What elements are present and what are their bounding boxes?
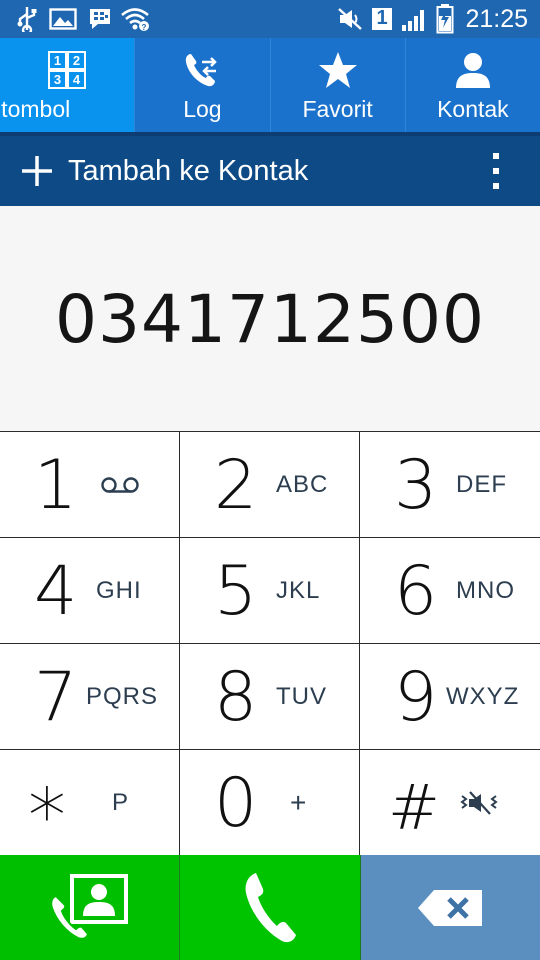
person-icon (406, 50, 540, 90)
svg-text:?: ? (142, 23, 147, 32)
key-digit: * (28, 771, 66, 860)
key-digit: 7 (34, 658, 78, 737)
key-digit: 3 (394, 446, 438, 525)
key-digit: 4 (34, 552, 78, 631)
svg-text:3: 3 (54, 72, 61, 87)
tab-favorites-label: Favorit (302, 96, 373, 122)
key-6[interactable]: 6 MNO (360, 538, 540, 644)
contacts-shortcut-button[interactable] (0, 855, 180, 960)
key-star[interactable]: * P (0, 750, 180, 856)
tab-log[interactable]: Log (135, 38, 271, 132)
key-digit: 1 (34, 446, 78, 525)
number-display: 0341712500 (0, 206, 540, 432)
backspace-button[interactable] (361, 855, 540, 960)
tab-bar: 1234 n tombol Log Favorit Kontak (0, 38, 540, 132)
tab-keypad-label: n tombol (0, 96, 71, 122)
key-digit: 2 (214, 446, 258, 525)
call-button[interactable] (180, 855, 361, 960)
key-letters: + (290, 787, 308, 818)
star-icon (271, 50, 405, 90)
more-vert-icon (491, 152, 501, 190)
key-digit: 9 (394, 658, 438, 737)
key-7[interactable]: 7 PQRS (0, 644, 180, 750)
add-to-contacts-button[interactable]: Tambah ke Kontak (20, 136, 308, 206)
mute-icon (336, 5, 364, 33)
tab-keypad[interactable]: 1234 n tombol (0, 38, 136, 132)
svg-text:1: 1 (54, 53, 61, 68)
key-digit: 8 (214, 658, 258, 737)
keypad-grid-icon: 1234 (0, 50, 134, 90)
dialpad: 1 2 ABC 3 DEF 4 GHI 5 JKL 6 MNO 7 PQRS 8… (0, 431, 540, 856)
bottom-actions (0, 855, 540, 960)
action-bar: Tambah ke Kontak (0, 136, 540, 206)
backspace-icon (416, 888, 486, 928)
bbm-icon (86, 5, 114, 33)
battery-charging-icon (434, 4, 456, 34)
key-digit: 5 (214, 552, 258, 631)
key-letters: ABC (276, 471, 329, 498)
key-letters: JKL (276, 577, 321, 604)
key-1[interactable]: 1 (0, 432, 180, 538)
dialed-number[interactable]: 0341712500 (0, 281, 540, 358)
key-letters: DEF (456, 471, 507, 498)
usb-icon (14, 5, 40, 33)
call-log-icon (135, 50, 269, 90)
wifi-icon: ? (120, 5, 150, 33)
clock: 21:25 (465, 5, 528, 33)
key-8[interactable]: 8 TUV (180, 644, 360, 750)
status-bar: ? 1 21:25 (0, 0, 540, 38)
signal-icon (400, 5, 428, 33)
key-3[interactable]: 3 DEF (360, 432, 540, 538)
key-letters: P (112, 789, 130, 816)
key-letters: MNO (456, 577, 515, 604)
voicemail-icon (100, 476, 140, 499)
sim-slot-number: 1 (376, 7, 388, 29)
key-letters: PQRS (86, 683, 159, 710)
key-9[interactable]: 9 WXYZ (360, 644, 540, 750)
key-letters: GHI (96, 577, 142, 604)
more-options-button[interactable] (476, 151, 516, 191)
plus-icon (20, 154, 54, 188)
add-to-contacts-label: Tambah ke Kontak (68, 154, 309, 187)
svg-text:2: 2 (73, 53, 80, 68)
tab-favorites[interactable]: Favorit (271, 38, 406, 132)
key-hash[interactable]: # (360, 750, 540, 856)
vibrate-mute-icon (458, 790, 500, 821)
sim-slot-badge: 1 (370, 5, 394, 33)
tab-contacts-label: Kontak (437, 96, 509, 122)
key-2[interactable]: 2 ABC (180, 432, 360, 538)
phone-icon (242, 871, 298, 945)
key-digit: 6 (394, 552, 438, 631)
key-digit: 0 (214, 764, 258, 843)
key-5[interactable]: 5 JKL (180, 538, 360, 644)
key-letters: WXYZ (446, 683, 520, 710)
key-letters: TUV (276, 683, 327, 710)
key-digit: # (388, 771, 440, 844)
tab-contacts[interactable]: Kontak (406, 38, 540, 132)
key-0[interactable]: 0 + (180, 750, 360, 856)
contact-card-phone-icon (48, 872, 132, 944)
key-4[interactable]: 4 GHI (0, 538, 180, 644)
svg-text:4: 4 (73, 72, 81, 87)
image-icon (48, 5, 78, 33)
tab-log-label: Log (183, 96, 222, 122)
